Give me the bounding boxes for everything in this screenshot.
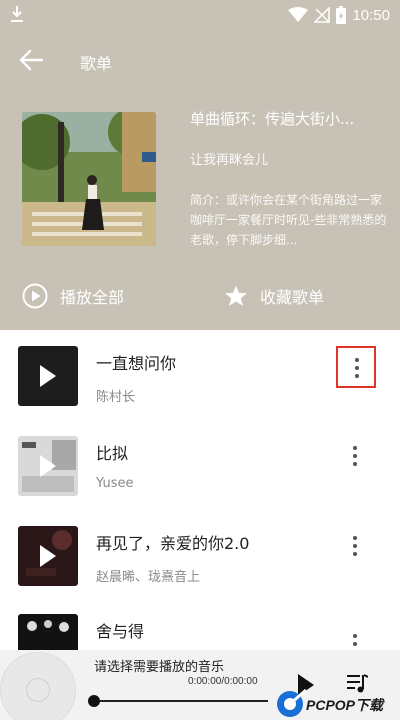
play-all-button[interactable]: 播放全部 — [22, 280, 124, 312]
player-time: 0:00:00/0:00:00 — [188, 676, 258, 687]
song-title: 比拟 — [96, 444, 129, 463]
more-vertical-icon — [355, 358, 359, 362]
clock: 10:50 — [352, 6, 390, 24]
playlist-cover-image — [22, 112, 156, 246]
song-cover-image[interactable] — [18, 526, 78, 586]
song-artist: Yusee — [96, 476, 134, 491]
song-title: 再见了，亲爱的你2.0 — [96, 534, 250, 553]
song-title: 一直想问你 — [96, 354, 177, 373]
disc-icon[interactable] — [0, 652, 76, 720]
watermark-text: PCPOP下载 — [306, 697, 385, 713]
back-arrow-icon[interactable] — [18, 48, 44, 72]
more-vertical-icon — [353, 536, 357, 540]
top-bar: 歌单 — [0, 40, 400, 80]
play-all-label: 播放全部 — [60, 288, 125, 307]
song-more-button[interactable] — [336, 526, 376, 568]
player-message: 请选择需要播放的音乐 — [94, 660, 225, 675]
song-more-button[interactable] — [336, 346, 376, 388]
song-more-button[interactable] — [336, 436, 376, 478]
status-bar: 10:50 — [0, 0, 400, 30]
song-item[interactable]: 比拟 Yusee — [0, 436, 400, 526]
download-icon — [11, 6, 23, 22]
more-vertical-icon — [353, 634, 357, 638]
play-icon — [40, 455, 56, 477]
song-item[interactable]: 一直想问你 陈村长 — [0, 346, 400, 436]
song-cover-image[interactable] — [18, 346, 78, 406]
song-artist: 陈村长 — [96, 390, 136, 405]
collect-playlist-label: 收藏歌单 — [260, 288, 325, 307]
no-signal-icon — [314, 7, 331, 23]
play-icon — [40, 365, 56, 387]
star-icon — [225, 285, 247, 306]
playlist-info: 单曲循环：传遍大街小... 让我再眯会儿 简介：或许你会在某个街角路过一家咖啡厅… — [190, 108, 390, 250]
song-artist: 赵晨晞、珑熹音上 — [96, 570, 201, 585]
page-title: 歌单 — [80, 54, 113, 73]
progress-knob[interactable] — [88, 695, 100, 707]
song-item[interactable]: 再见了，亲爱的你2.0 赵晨晞、珑熹音上 — [0, 526, 400, 616]
wifi-icon — [288, 7, 309, 22]
playlist-actions: 播放全部 收藏歌单 — [0, 280, 400, 312]
more-vertical-icon — [353, 446, 357, 450]
progress-bar[interactable] — [88, 695, 268, 707]
playlist-name: 单曲循环：传遍大街小... — [190, 110, 355, 128]
play-circle-icon — [22, 283, 48, 309]
pcpop-watermark-logo: PCPOP下载 — [277, 688, 385, 717]
playlist-description[interactable]: 简介：或许你会在某个街角路过一家咖啡厅一家餐厅时听见-些非常熟悉的老歌，停下脚步… — [190, 190, 390, 250]
battery-icon — [336, 6, 347, 24]
song-cover-image[interactable] — [18, 436, 78, 496]
play-icon — [40, 545, 56, 567]
song-title: 舍与得 — [96, 622, 145, 641]
playlist-creator[interactable]: 让我再眯会儿 — [190, 149, 390, 168]
collect-playlist-button[interactable]: 收藏歌单 — [224, 280, 324, 312]
